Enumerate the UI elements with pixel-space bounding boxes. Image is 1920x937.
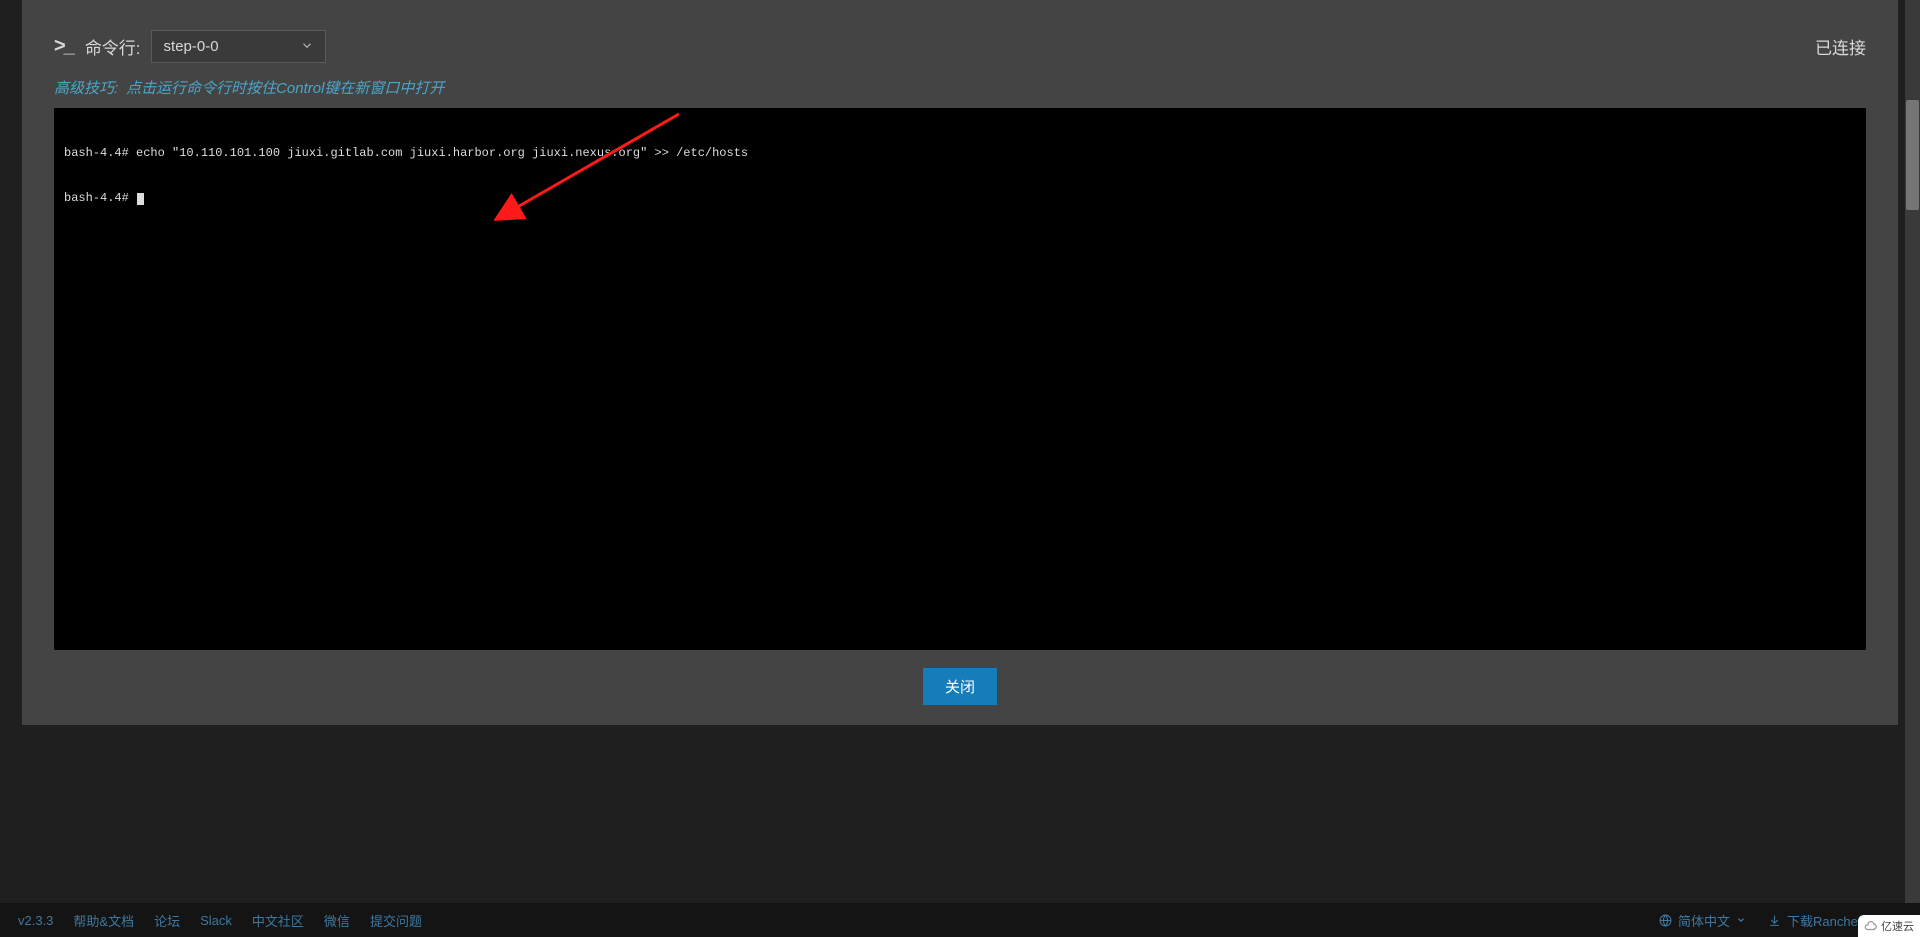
terminal-line: bash-4.4# echo "10.110.101.100 jiuxi.git… (64, 146, 1856, 161)
footer-link-slack[interactable]: Slack (200, 913, 232, 928)
container-select[interactable]: step-0-0 (151, 30, 326, 63)
page-scrollbar-thumb[interactable] (1906, 100, 1919, 210)
terminal-output[interactable]: bash-4.4# echo "10.110.101.100 jiuxi.git… (54, 108, 1866, 650)
footer-link-forum[interactable]: 论坛 (154, 911, 180, 930)
tip-link[interactable]: 高级技巧: (54, 80, 118, 97)
terminal-line: bash-4.4# (64, 191, 1856, 206)
footer-link-wechat[interactable]: 微信 (324, 911, 350, 930)
terminal-cursor (137, 193, 144, 205)
close-button[interactable]: 关闭 (923, 668, 997, 705)
version-text: v2.3.3 (18, 913, 53, 928)
connection-status: 已连接 (1815, 34, 1866, 59)
cmd-label: 命令行: (85, 34, 141, 59)
page-scrollbar[interactable] (1905, 0, 1920, 937)
watermark-text: 亿速云 (1881, 918, 1914, 934)
annotation-arrow (494, 108, 694, 224)
globe-icon (1659, 914, 1672, 927)
modal-header: >_ 命令行: step-0-0 已连接 (54, 30, 1866, 63)
page-footer-bar: v2.3.3 帮助&文档 论坛 Slack 中文社区 微信 提交问题 简体中文 … (0, 903, 1920, 937)
terminal-modal: >_ 命令行: step-0-0 已连接 高级技巧: 点击运行命令行时按住Con… (22, 0, 1898, 725)
terminal-icon: >_ (54, 35, 73, 58)
footer-link-help[interactable]: 帮助&文档 (73, 911, 134, 930)
download-icon (1768, 914, 1781, 927)
language-label: 简体中文 (1678, 911, 1730, 930)
tip-row: 高级技巧: 点击运行命令行时按住Control键在新窗口中打开 (54, 77, 1866, 98)
tip-text: 点击运行命令行时按住Control键在新窗口中打开 (126, 80, 444, 97)
language-selector[interactable]: 简体中文 (1659, 911, 1746, 930)
chevron-down-icon (1736, 915, 1746, 925)
watermark: 亿速云 (1858, 915, 1920, 937)
footer-link-issue[interactable]: 提交问题 (370, 911, 422, 930)
cloud-icon (1864, 919, 1878, 934)
footer-link-cn-community[interactable]: 中文社区 (252, 911, 304, 930)
